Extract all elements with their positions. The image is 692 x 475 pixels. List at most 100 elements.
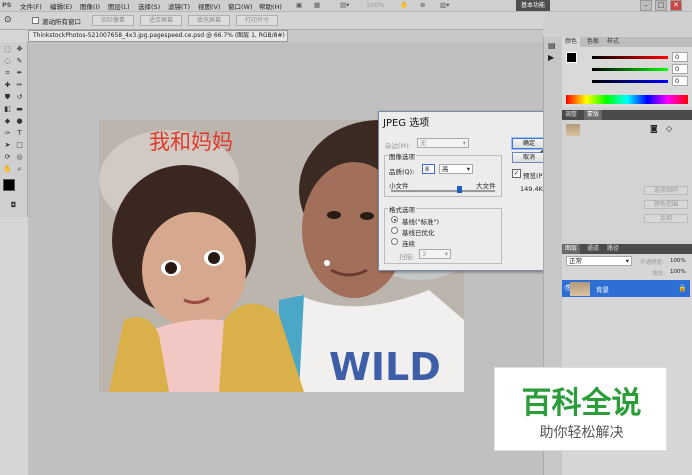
- workspace-button[interactable]: 基本功能: [516, 0, 550, 11]
- zoom-icon[interactable]: ⊕: [420, 1, 425, 9]
- foreground-color-swatch[interactable]: [3, 179, 15, 191]
- menu-select[interactable]: 选择(S): [138, 1, 160, 11]
- preview-label: 预览(P): [523, 172, 545, 180]
- bridge-icon[interactable]: ▣: [296, 1, 302, 9]
- quality-preset-select[interactable]: 高 ▾: [439, 164, 473, 174]
- zoom-level[interactable]: 100%: [366, 1, 385, 9]
- actions-panel-icon[interactable]: ▶: [548, 53, 554, 62]
- format-progressive-radio[interactable]: [391, 238, 398, 245]
- zoom-tool-icon[interactable]: ⌕: [14, 164, 25, 174]
- tab-channels[interactable]: 通道: [584, 244, 602, 254]
- history-panel-icon[interactable]: ▤: [548, 41, 556, 50]
- document-tab[interactable]: ThinkstockPhotos-521007658_4x3.jpg.pages…: [28, 30, 288, 42]
- hand-icon[interactable]: ✋: [400, 1, 408, 9]
- image-options-label: 图像选项: [388, 151, 416, 161]
- blur-tool-icon[interactable]: ◆: [2, 116, 13, 126]
- quality-slider-thumb[interactable]: [456, 186, 462, 193]
- menu-window[interactable]: 窗口(W): [228, 1, 253, 11]
- red-value[interactable]: 0: [672, 52, 688, 62]
- arrange-icon[interactable]: ▤▾: [340, 1, 349, 9]
- scan-label: 扫描:: [399, 253, 415, 261]
- eyedropper-icon[interactable]: ✒: [14, 68, 25, 78]
- eraser-tool-icon[interactable]: ◧: [2, 104, 13, 114]
- zoom-tool-icon[interactable]: ⊙: [4, 15, 12, 25]
- minimize-button[interactable]: –: [640, 0, 652, 11]
- quality-input[interactable]: 8: [422, 164, 435, 174]
- screen-mode-icon[interactable]: ▥▾: [440, 1, 449, 9]
- clone-stamp-icon[interactable]: ⛊: [2, 92, 13, 102]
- quality-preset-value: 高: [442, 165, 449, 173]
- opacity-value[interactable]: 100%: [670, 258, 686, 264]
- quality-label: 品质(Q):: [389, 168, 415, 176]
- fit-screen-button[interactable]: 适合屏幕: [140, 15, 182, 26]
- watermark-subtitle: 助你轻松解决: [539, 425, 624, 441]
- menu-view[interactable]: 视图(V): [198, 1, 221, 11]
- path-select-icon[interactable]: ➤: [2, 140, 13, 150]
- menu-help[interactable]: 帮助(H): [259, 1, 282, 11]
- quick-mask-icon[interactable]: ◘: [8, 200, 19, 210]
- menu-edit[interactable]: 编辑(E): [50, 1, 72, 11]
- menu-filter[interactable]: 滤镜(T): [168, 1, 190, 11]
- healing-brush-icon[interactable]: ✚: [2, 80, 13, 90]
- menu-image[interactable]: 图像(I): [80, 1, 100, 11]
- blue-slider[interactable]: [592, 80, 668, 83]
- scroll-all-checkbox[interactable]: [32, 17, 39, 24]
- document-tab-title: ThinkstockPhotos-521007658_4x3.jpg.pages…: [33, 32, 285, 39]
- move-tool-icon[interactable]: ✥: [14, 44, 25, 54]
- close-button[interactable]: ✕: [670, 0, 682, 11]
- tab-masks[interactable]: 蒙版: [584, 110, 603, 120]
- blue-value[interactable]: 0: [672, 76, 688, 86]
- green-slider[interactable]: [592, 68, 668, 71]
- tab-layers[interactable]: 图层: [562, 244, 581, 254]
- tab-styles[interactable]: 样式: [604, 37, 622, 47]
- format-baseline-radio[interactable]: [391, 216, 398, 223]
- tab-adjustments[interactable]: 调整: [562, 110, 580, 120]
- pen-tool-icon[interactable]: ✑: [2, 128, 13, 138]
- vector-mask-icon[interactable]: ◇: [666, 124, 672, 133]
- quality-slider-track[interactable]: [391, 186, 495, 193]
- app-logo: PS: [2, 1, 12, 9]
- red-slider[interactable]: [592, 56, 668, 59]
- tab-paths[interactable]: 路径: [604, 244, 622, 254]
- format-baseline-label: 基线("标准"): [402, 218, 440, 226]
- matte-select[interactable]: 无 ▾: [417, 138, 469, 148]
- 3d-rotate-icon[interactable]: ⟳: [2, 152, 13, 162]
- tab-swatches[interactable]: 色板: [584, 37, 602, 47]
- quick-select-icon[interactable]: ✎: [14, 56, 25, 66]
- menu-file[interactable]: 文件(F): [20, 1, 42, 11]
- file-size-value: 149.4K: [520, 185, 543, 193]
- marquee-tool-icon[interactable]: ⬚: [2, 44, 13, 54]
- type-tool-icon[interactable]: T: [14, 128, 25, 138]
- dodge-tool-icon[interactable]: ●: [14, 116, 25, 126]
- jpeg-options-dialog: JPEG 选项 ✕ 杂边(M): 无 ▾ 图像选项 品质(Q): 8 高 ▾ 小…: [378, 111, 560, 271]
- menu-layer[interactable]: 图层(L): [108, 1, 130, 11]
- pixel-mask-icon[interactable]: ◙: [650, 124, 658, 133]
- color-spectrum[interactable]: [566, 95, 688, 104]
- tab-color[interactable]: 颜色: [562, 37, 581, 47]
- print-size-button[interactable]: 打印尺寸: [236, 15, 278, 26]
- color-range-button[interactable]: 颜色范围: [644, 200, 688, 209]
- panel-foreground-swatch[interactable]: [566, 52, 577, 63]
- actual-pixels-button[interactable]: 实际像素: [92, 15, 134, 26]
- mini-bridge-icon[interactable]: ▦: [314, 1, 320, 9]
- fill-value[interactable]: 100%: [670, 269, 686, 275]
- blend-mode-select[interactable]: 正常 ▾: [566, 256, 632, 266]
- crop-tool-icon[interactable]: ⌗: [2, 68, 13, 78]
- hand-tool-icon[interactable]: ✋: [2, 164, 13, 174]
- history-brush-icon[interactable]: ↺: [14, 92, 25, 102]
- format-optimized-radio[interactable]: [391, 227, 398, 234]
- scroll-all-label: 滚动所有窗口: [42, 18, 81, 26]
- fill-screen-button[interactable]: 填充屏幕: [188, 15, 230, 26]
- green-value[interactable]: 0: [672, 64, 688, 74]
- lasso-tool-icon[interactable]: ◌: [2, 56, 13, 66]
- shape-tool-icon[interactable]: □: [14, 140, 25, 150]
- maximize-button[interactable]: □: [655, 0, 667, 11]
- preview-checkbox[interactable]: ✓: [512, 169, 521, 178]
- lock-icon: 🔒: [678, 284, 687, 292]
- select-same-button[interactable]: 选择相同: [644, 186, 688, 195]
- scan-select[interactable]: 3 ▾: [419, 249, 451, 259]
- brush-tool-icon[interactable]: ✏: [14, 80, 25, 90]
- invert-button[interactable]: 反相: [644, 214, 688, 223]
- 3d-orbit-icon[interactable]: ◎: [14, 152, 25, 162]
- gradient-tool-icon[interactable]: ▬: [14, 104, 25, 114]
